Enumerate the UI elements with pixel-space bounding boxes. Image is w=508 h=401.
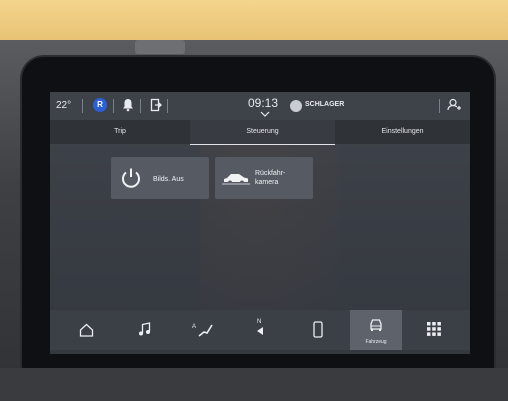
display-off-label: Bilds. Aus: [153, 176, 184, 183]
apps-grid-icon: [427, 322, 441, 336]
clock: 09:13: [248, 96, 279, 110]
nav-compass[interactable]: N: [234, 310, 286, 350]
status-divider: [140, 99, 141, 113]
dashboard-vent: [135, 40, 185, 54]
chevron-down-icon[interactable]: [260, 109, 270, 120]
rear-camera-label: Rückfahr- kamera: [255, 169, 305, 187]
phone-icon: [313, 321, 323, 338]
tab-trip[interactable]: Trip: [50, 120, 190, 144]
rear-camera-label-line1: Rückfahr-: [255, 170, 286, 177]
nav-phone[interactable]: [292, 310, 344, 350]
status-bar: 22° R 09:13 SCHLAGER: [50, 92, 470, 120]
tab-steuerung[interactable]: Steuerung: [190, 120, 335, 145]
temperature-readout: 22°: [56, 100, 72, 111]
nav-media[interactable]: [118, 310, 170, 350]
rear-camera-car-icon: [222, 170, 250, 188]
tab-einstellungen[interactable]: Einstellungen: [335, 120, 470, 144]
nav-fahrzeug[interactable]: Fahrzeug: [350, 310, 402, 350]
nav-fahrzeug-label: Fahrzeug: [365, 339, 387, 345]
bottom-navigation: A N Fahrzeug: [50, 310, 470, 350]
display-off-button[interactable]: Bilds. Aus: [111, 157, 209, 199]
vehicle-icon: [370, 319, 382, 331]
status-divider: [167, 99, 168, 113]
status-divider: [113, 99, 114, 113]
dashboard-lower-trim: [0, 368, 508, 401]
rear-camera-button[interactable]: Rückfahr- kamera: [215, 157, 313, 199]
svg-text:A: A: [192, 324, 196, 330]
radio-station-logo: [290, 100, 302, 112]
svg-text:N: N: [257, 319, 261, 325]
compass-north-icon: N: [257, 319, 263, 335]
profile-avatar[interactable]: R: [93, 98, 107, 112]
status-divider: [439, 99, 440, 113]
nav-home[interactable]: [60, 310, 112, 350]
radio-station-name[interactable]: SCHLAGER: [305, 101, 344, 108]
rear-camera-label-line2: kamera: [255, 179, 279, 186]
music-note-icon: [139, 322, 151, 336]
power-icon: [119, 166, 143, 192]
exit-icon[interactable]: [150, 97, 162, 116]
navigation-route-icon: A: [192, 324, 213, 337]
home-icon: [79, 323, 94, 337]
tab-bar: Trip Steuerung Einstellungen: [50, 120, 470, 145]
infotainment-screen: 22° R 09:13 SCHLAGER Trip Steuerung Eins…: [50, 92, 470, 354]
nav-apps[interactable]: [408, 310, 460, 350]
user-menu-icon[interactable]: [446, 97, 462, 116]
status-divider: [82, 99, 83, 113]
bell-icon[interactable]: [122, 97, 134, 116]
nav-navigation[interactable]: A: [176, 310, 228, 350]
